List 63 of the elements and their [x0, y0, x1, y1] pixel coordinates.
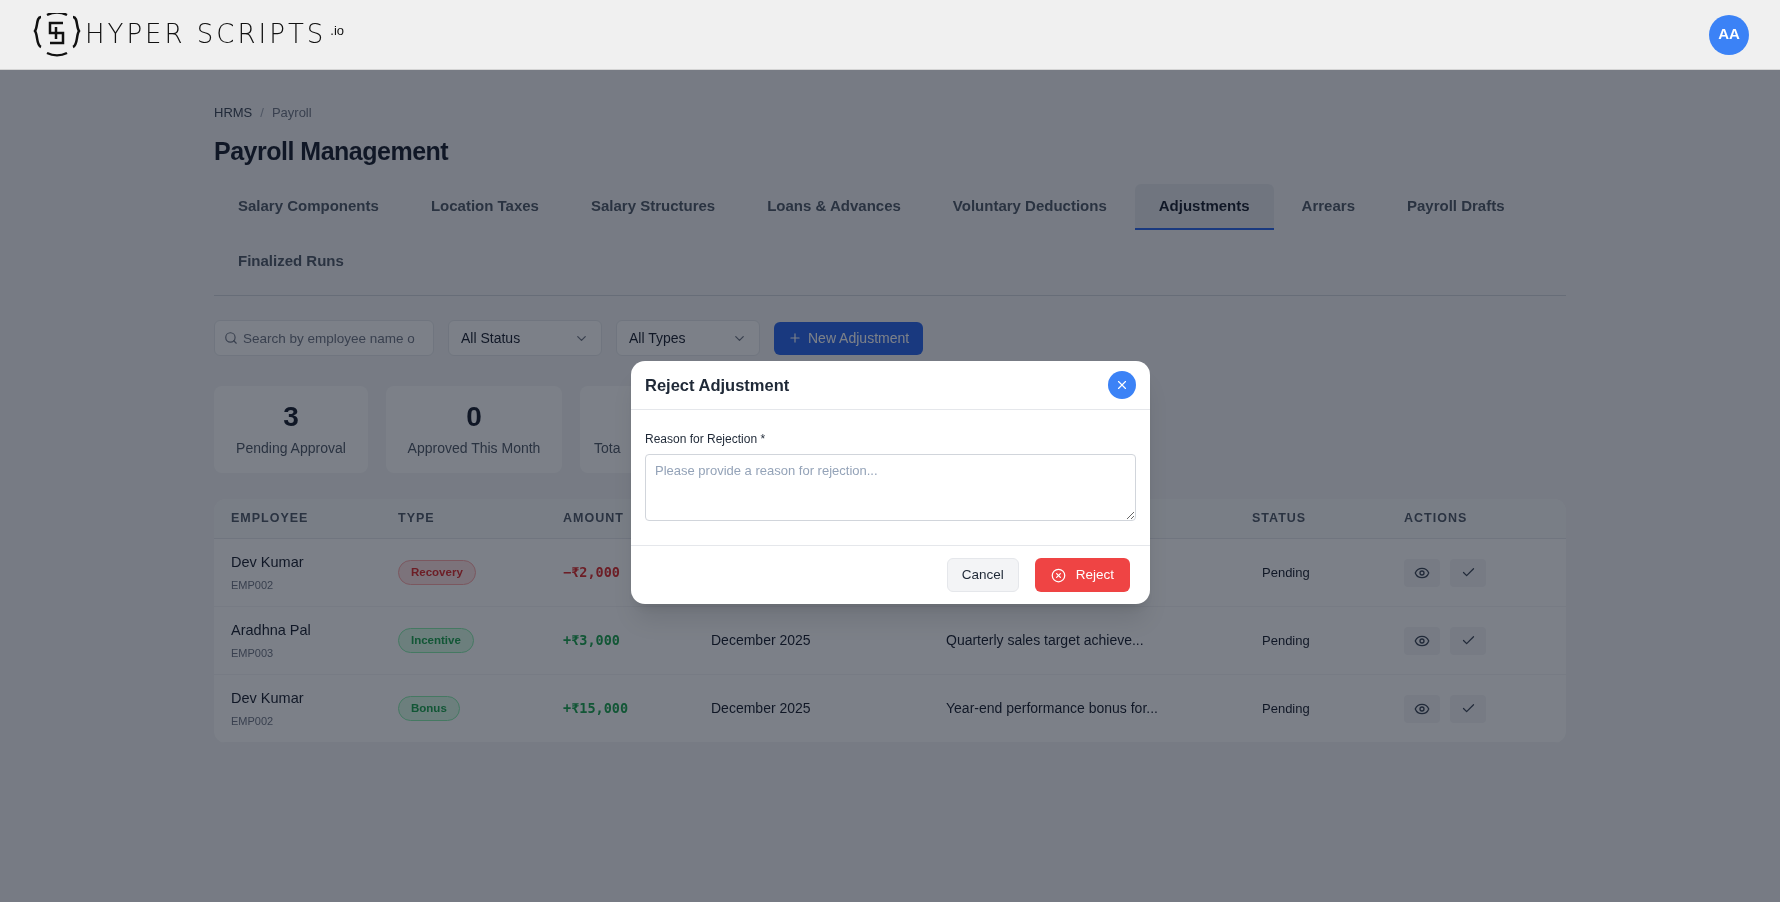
employee-id: EMP002	[231, 577, 275, 593]
plus-icon	[788, 331, 802, 345]
tab[interactable]: Arrears	[1277, 184, 1379, 230]
type-dropdown[interactable]: All Types	[616, 320, 760, 356]
status-cell-text: Pending	[1261, 563, 1311, 582]
tab[interactable]: Salary Structures	[566, 184, 740, 230]
employee-name: Aradhna Pal	[231, 620, 312, 640]
logo-text: HYPER SCRIPTS	[85, 18, 327, 51]
reason-cell-text: Quarterly sales target achieve...	[946, 631, 1145, 650]
logo-suffix: .io	[330, 22, 345, 40]
employee-name: Dev Kumar	[231, 552, 305, 572]
status-cell-text: Pending	[1261, 699, 1311, 718]
breadcrumb-link[interactable]: Payroll	[271, 103, 312, 123]
breadcrumb-separator: /	[260, 104, 264, 122]
column-header: ACTIONS	[1404, 510, 1468, 528]
column-header: AMOUNT	[563, 510, 625, 528]
period-cell-text: December 2025	[711, 631, 812, 650]
type-tag: Incentive	[398, 627, 474, 654]
column-header: EMPLOYEE	[230, 510, 310, 528]
status-cell-text: Pending	[1261, 631, 1311, 650]
view-button[interactable]	[1404, 558, 1440, 587]
amount-cell-text: +₹15,000	[563, 699, 630, 719]
stat-value: 3	[283, 400, 299, 434]
employee-id: EMP002	[231, 713, 275, 729]
type-tag: Recovery	[398, 559, 476, 586]
employee-id: EMP003	[231, 645, 275, 661]
x-circle-icon	[1050, 567, 1066, 583]
tab[interactable]: Location Taxes	[406, 184, 563, 230]
search-field[interactable]: Search by employee name o	[214, 320, 434, 356]
stat-label: Approved This Month	[407, 439, 541, 458]
dialog-title: Reject Adjustment	[645, 374, 790, 396]
stat-value: 0	[466, 400, 482, 434]
reason-field[interactable]: Please provide a reason for rejection...	[645, 454, 1136, 521]
amount-cell-text: +₹3,000	[563, 631, 621, 651]
column-header: STATUS	[1252, 510, 1308, 528]
reason-cell-text: Year-end performance bonus for...	[946, 699, 1159, 718]
tab[interactable]: Finalized Runs	[214, 239, 368, 286]
type-tag: Bonus	[398, 695, 460, 722]
status-dropdown[interactable]: All Status	[448, 320, 602, 356]
new-adjustment-button[interactable]: New Adjustment	[774, 321, 924, 355]
period-cell-text: December 2025	[711, 699, 812, 718]
view-button[interactable]	[1404, 694, 1440, 723]
user-avatar[interactable]: AA	[1709, 14, 1749, 55]
employee-name: Dev Kumar	[231, 688, 305, 708]
field-label: Reason for Rejection *	[645, 431, 767, 448]
cancel-button[interactable]: Cancel	[946, 558, 1019, 592]
breadcrumb-link[interactable]: HRMS	[214, 103, 253, 123]
tab[interactable]: Adjustments	[1134, 184, 1274, 230]
stat-label: Tota	[594, 439, 621, 458]
view-button[interactable]	[1404, 626, 1440, 655]
close-button[interactable]	[1108, 371, 1136, 399]
tab[interactable]: Voluntary Deductions	[928, 184, 1131, 230]
column-header: TYPE	[398, 510, 436, 528]
page-title: Payroll Management	[214, 135, 450, 167]
tab[interactable]: Payroll Drafts	[1383, 184, 1529, 230]
logo-icon	[33, 12, 81, 57]
amount-cell-text: −₹2,000	[563, 563, 621, 583]
stat-label: Pending Approval	[236, 439, 346, 458]
tab[interactable]: Loans & Advances	[743, 184, 925, 230]
reject-button[interactable]: Reject	[1034, 558, 1130, 592]
tab[interactable]: Salary Components	[214, 184, 403, 230]
close-icon	[1115, 378, 1129, 392]
search-icon	[224, 331, 238, 345]
